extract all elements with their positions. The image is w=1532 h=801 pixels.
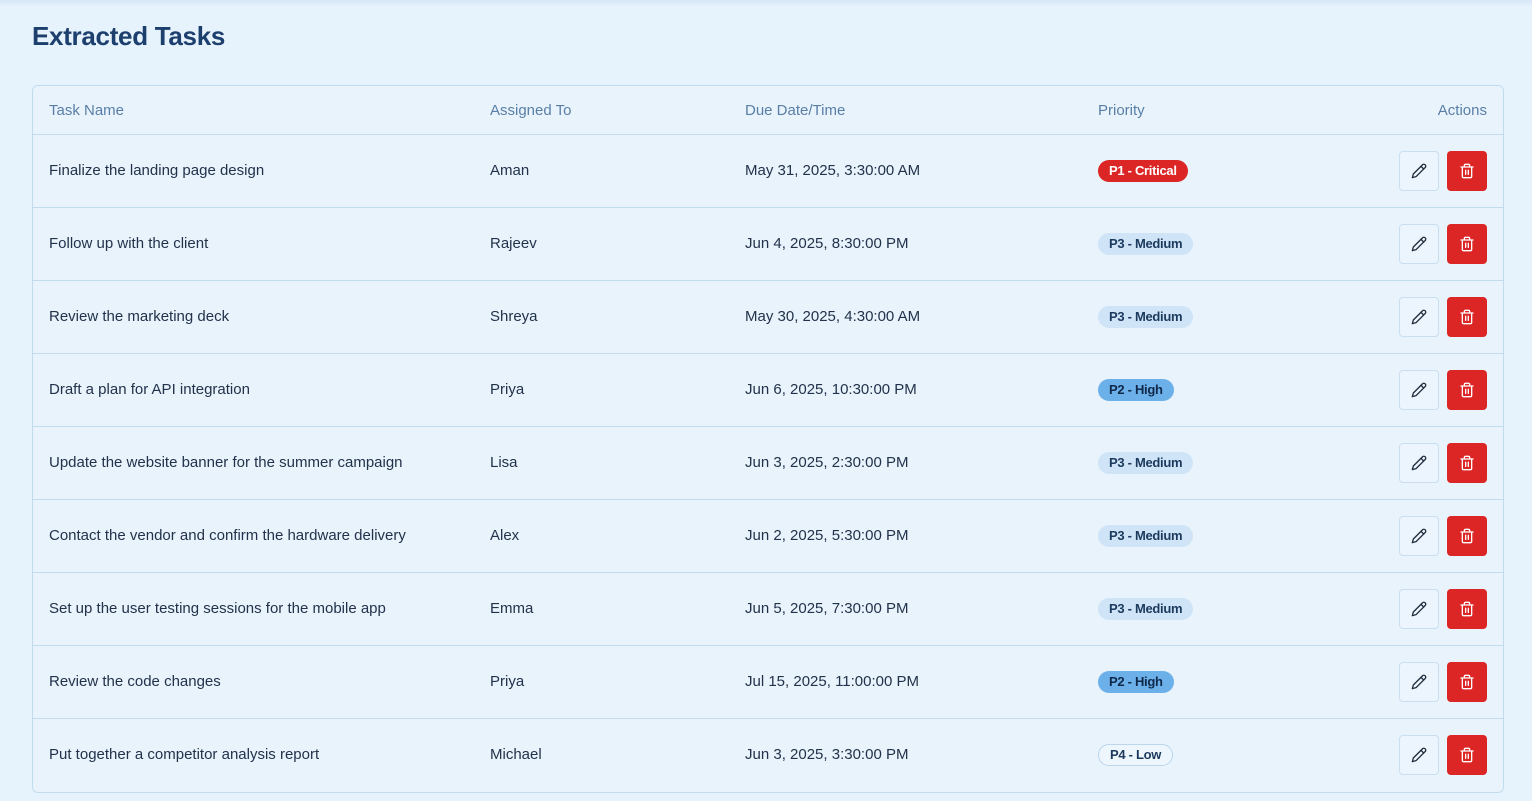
- due-date-cell: Jul 15, 2025, 11:00:00 PM: [745, 673, 920, 690]
- assigned-to-cell: Aman: [490, 162, 530, 179]
- delete-button[interactable]: [1447, 662, 1487, 702]
- table-row: Review the code changes Priya Jul 15, 2025…: [33, 646, 1503, 719]
- delete-button[interactable]: [1447, 516, 1487, 556]
- table-body: Finalize the landing page design Aman May …: [33, 135, 1503, 792]
- trash-icon: [1459, 455, 1475, 471]
- pencil-icon: [1411, 528, 1427, 544]
- due-date-cell: Jun 2, 2025, 5:30:00 PM: [745, 527, 909, 544]
- assigned-to-cell: Lisa: [490, 454, 518, 471]
- due-date-cell: May 30, 2025, 4:30:00 AM: [745, 308, 921, 325]
- table-header: Task Name Assigned To Due Date/Time Prio…: [33, 86, 1503, 135]
- edit-button[interactable]: [1399, 443, 1439, 483]
- task-name-cell: Update the website banner for the summer…: [49, 454, 403, 471]
- task-name-cell: Finalize the landing page design: [49, 162, 265, 179]
- delete-button[interactable]: [1447, 224, 1487, 264]
- pencil-icon: [1411, 674, 1427, 690]
- task-name-cell: Review the marketing deck: [49, 308, 230, 325]
- delete-button[interactable]: [1447, 297, 1487, 337]
- edit-button[interactable]: [1399, 516, 1439, 556]
- assigned-to-cell: Emma: [490, 600, 534, 617]
- priority-badge: P1 - Critical: [1098, 160, 1188, 182]
- priority-badge: P3 - Medium: [1098, 598, 1194, 620]
- table-row: Follow up with the client Rajeev Jun 4, 20…: [33, 208, 1503, 281]
- pencil-icon: [1411, 601, 1427, 617]
- task-name-cell: Set up the user testing sessions for the…: [49, 600, 386, 617]
- pencil-icon: [1411, 163, 1427, 179]
- trash-icon: [1459, 163, 1475, 179]
- table-row: Contact the vendor and confirm the hardw…: [33, 500, 1503, 573]
- table-row: Update the website banner for the summer…: [33, 427, 1503, 500]
- priority-badge: P2 - High: [1098, 379, 1174, 401]
- assigned-to-cell: Alex: [490, 527, 520, 544]
- priority-badge: P4 - Low: [1098, 744, 1174, 766]
- header-assigned-to: Assigned To: [490, 102, 572, 119]
- table-row: Finalize the landing page design Aman May …: [33, 135, 1503, 208]
- tasks-table: Task Name Assigned To Due Date/Time Prio…: [32, 85, 1504, 793]
- edit-button[interactable]: [1399, 224, 1439, 264]
- priority-badge: P3 - Medium: [1098, 452, 1194, 474]
- edit-button[interactable]: [1399, 370, 1439, 410]
- trash-icon: [1459, 747, 1475, 763]
- assigned-to-cell: Priya: [490, 381, 525, 398]
- header-priority: Priority: [1098, 102, 1145, 119]
- trash-icon: [1459, 382, 1475, 398]
- edit-button[interactable]: [1399, 662, 1439, 702]
- table-row: Draft a plan for API integration Priya Jun…: [33, 354, 1503, 427]
- task-name-cell: Draft a plan for API integration: [49, 381, 250, 398]
- due-date-cell: Jun 4, 2025, 8:30:00 PM: [745, 235, 909, 252]
- table-row: Set up the user testing sessions for the…: [33, 573, 1503, 646]
- task-name-cell: Contact the vendor and confirm the hardw…: [49, 527, 406, 544]
- delete-button[interactable]: [1447, 735, 1487, 775]
- trash-icon: [1459, 528, 1475, 544]
- task-name-cell: Review the code changes: [49, 673, 221, 690]
- delete-button[interactable]: [1447, 443, 1487, 483]
- delete-button[interactable]: [1447, 589, 1487, 629]
- due-date-cell: Jun 3, 2025, 3:30:00 PM: [745, 746, 909, 763]
- trash-icon: [1459, 601, 1475, 617]
- trash-icon: [1459, 236, 1475, 252]
- priority-badge: P3 - Medium: [1098, 306, 1194, 328]
- header-task-name: Task Name: [49, 102, 125, 119]
- priority-badge: P3 - Medium: [1098, 233, 1194, 255]
- assigned-to-cell: Michael: [490, 746, 542, 763]
- header-due-date: Due Date/Time: [745, 102, 846, 119]
- priority-badge: P2 - High: [1098, 671, 1174, 693]
- assigned-to-cell: Shreya: [490, 308, 538, 325]
- priority-badge: P3 - Medium: [1098, 525, 1194, 547]
- assigned-to-cell: Rajeev: [490, 235, 537, 252]
- table-row: Review the marketing deck Shreya May 30, 2…: [33, 281, 1503, 354]
- due-date-cell: May 31, 2025, 3:30:00 AM: [745, 162, 921, 179]
- pencil-icon: [1411, 309, 1427, 325]
- trash-icon: [1459, 674, 1475, 690]
- task-name-cell: Follow up with the client: [49, 235, 209, 252]
- pencil-icon: [1411, 455, 1427, 471]
- delete-button[interactable]: [1447, 370, 1487, 410]
- header-actions: Actions: [1437, 102, 1487, 119]
- table-row: Put together a competitor analysis repor…: [33, 719, 1503, 792]
- page-title: Extracted Tasks: [32, 21, 226, 51]
- assigned-to-cell: Priya: [490, 673, 525, 690]
- delete-button[interactable]: [1447, 151, 1487, 191]
- pencil-icon: [1411, 382, 1427, 398]
- due-date-cell: Jun 5, 2025, 7:30:00 PM: [745, 600, 909, 617]
- edit-button[interactable]: [1399, 735, 1439, 775]
- due-date-cell: Jun 6, 2025, 10:30:00 PM: [745, 381, 917, 398]
- pencil-icon: [1411, 236, 1427, 252]
- pencil-icon: [1411, 747, 1427, 763]
- edit-button[interactable]: [1399, 297, 1439, 337]
- header-shadow: [0, 0, 1532, 6]
- task-name-cell: Put together a competitor analysis repor…: [49, 746, 320, 763]
- due-date-cell: Jun 3, 2025, 2:30:00 PM: [745, 454, 909, 471]
- edit-button[interactable]: [1399, 589, 1439, 629]
- edit-button[interactable]: [1399, 151, 1439, 191]
- trash-icon: [1459, 309, 1475, 325]
